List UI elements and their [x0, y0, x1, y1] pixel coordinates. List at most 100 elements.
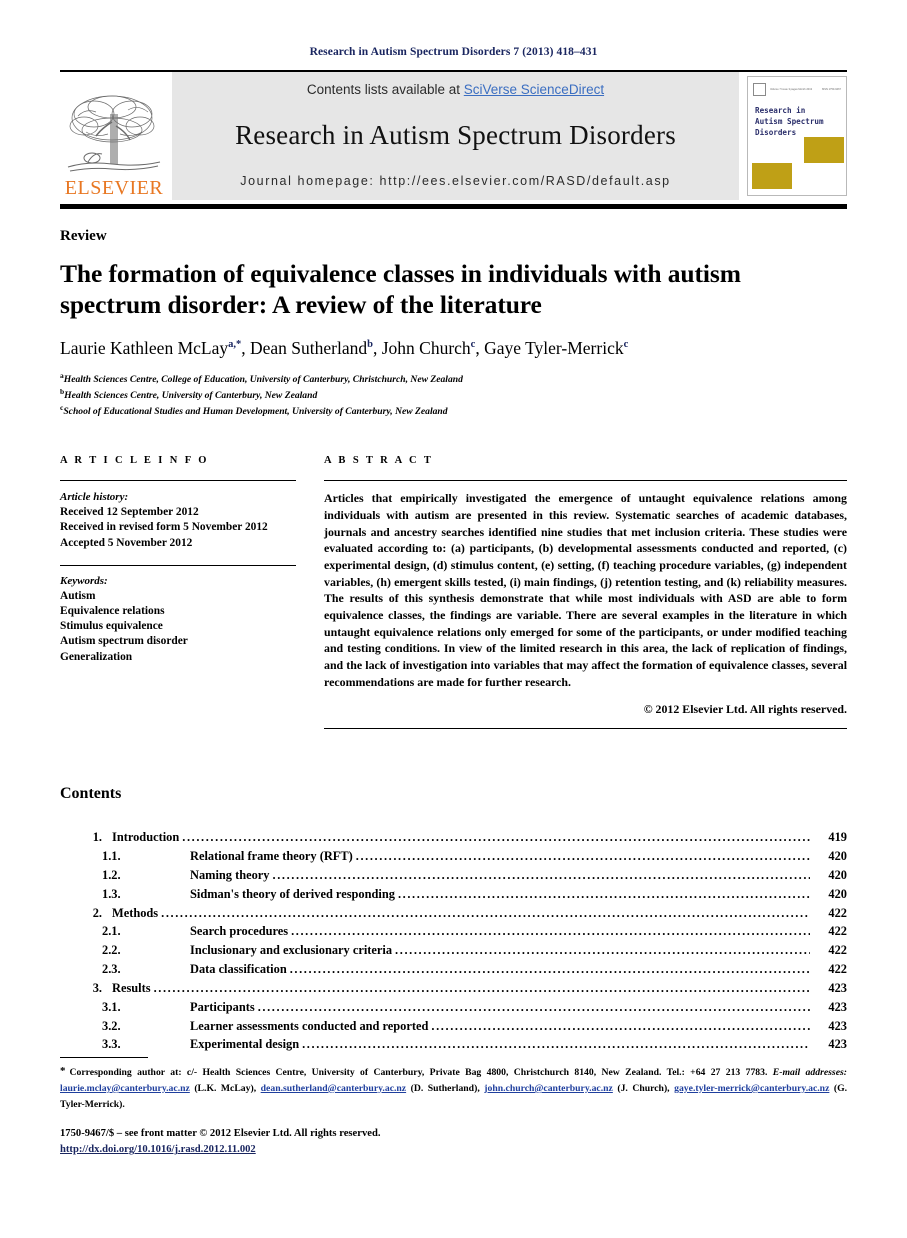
toc-row[interactable]: 1. Introduction..........................…: [60, 828, 847, 847]
toc-number: 3.1.: [102, 999, 121, 1014]
journal-homepage-line[interactable]: Journal homepage: http://ees.elsevier.co…: [240, 174, 671, 188]
toc-row[interactable]: 3.1. Participants........................…: [60, 998, 847, 1017]
abstract-column: A B S T R A C T Articles that empiricall…: [324, 455, 847, 730]
toc-label[interactable]: Experimental design: [190, 1035, 299, 1054]
affiliation-0-text: Health Sciences Centre, College of Educa…: [63, 374, 463, 386]
toc-page-number: 420: [828, 849, 847, 864]
author-1-name: Dean Sutherland: [250, 338, 368, 359]
imprint-block: 1750-9467/$ – see front matter © 2012 El…: [60, 1126, 380, 1159]
toc-row[interactable]: 1.3. Sidman's theory of derived respondin…: [60, 885, 847, 904]
article-info-column: A R T I C L E I N F O Article history: R…: [60, 455, 296, 729]
author-0-marks[interactable]: a,*: [228, 339, 241, 350]
email-addresses-label: E-mail addresses:: [772, 1067, 847, 1078]
toc-row[interactable]: 3.2. Learner assessments conducted and re…: [60, 1017, 847, 1036]
toc-label[interactable]: Naming theory: [190, 866, 270, 885]
abstract-copyright: © 2012 Elsevier Ltd. All rights reserved…: [643, 702, 847, 717]
email-link-3[interactable]: gaye.tyler-merrick@canterbury.ac.nz: [674, 1083, 829, 1094]
author-1-marks[interactable]: b: [367, 339, 373, 350]
toc-leader-dots: ........................................…: [397, 886, 810, 901]
toc-leader-dots: ........................................…: [289, 962, 810, 977]
toc-row[interactable]: 3.3. Experimental design.................…: [60, 1035, 847, 1054]
contents-available-line: Contents lists available at SciVerse Sci…: [307, 82, 604, 97]
article-history-1: Received in revised form 5 November 2012: [60, 521, 268, 534]
cover-title: Research in Autism Spectrum Disorders: [748, 96, 846, 138]
journal-cover-thumbnail[interactable]: Volume 7 Issue 3 pages Month 2013 ISSN 1…: [747, 76, 847, 196]
author-2: John Churchc: [382, 338, 476, 358]
toc-page-number: 419: [828, 830, 847, 845]
toc-leader-dots: ........................................…: [431, 1018, 810, 1033]
author-3-marks[interactable]: c: [624, 339, 629, 350]
toc-number: 2.2.: [102, 943, 121, 958]
affiliation-1: bHealth Sciences Centre, University of C…: [60, 387, 847, 403]
cover-badge-icon: [753, 83, 766, 96]
keywords-label: Keywords:: [60, 574, 108, 587]
elsevier-logo: ELSEVIER: [60, 72, 168, 200]
keywords-rule: [60, 564, 296, 566]
toc-number: 1.1.: [102, 849, 121, 864]
toc-page-number: 423: [828, 1037, 847, 1052]
email-owner-0: (L.K. McLay): [194, 1082, 254, 1094]
toc-leader-dots: ........................................…: [153, 980, 810, 995]
toc-page-number: 423: [828, 999, 847, 1014]
toc-page-number: 422: [828, 962, 847, 977]
email-link-0[interactable]: laurie.mclay@canterbury.ac.nz: [60, 1083, 190, 1094]
keyword-3: Autism spectrum disorder: [60, 635, 188, 648]
toc-row[interactable]: 2. Methods...............................…: [60, 904, 847, 923]
masthead-bottom-rule: [60, 204, 847, 209]
corresponding-author-note: * Corresponding author at: c/- Health Sci…: [60, 1065, 848, 1110]
toc-leader-dots: ........................................…: [355, 849, 810, 864]
toc-row[interactable]: 3. Results...............................…: [60, 979, 847, 998]
author-0: Laurie Kathleen McLaya,*: [60, 338, 241, 358]
abstract-bottom-rule: [324, 728, 847, 730]
toc-number: 1.2.: [102, 867, 121, 882]
doi-link[interactable]: http://dx.doi.org/10.1016/j.rasd.2012.11…: [60, 1144, 256, 1155]
keywords-block: Keywords: Autism Equivalence relations S…: [60, 564, 296, 665]
toc-number: 2.: [92, 905, 102, 920]
author-3-name: Gaye Tyler-Merrick: [484, 338, 624, 359]
toc-label[interactable]: Relational frame theory (RFT): [190, 847, 353, 866]
toc-leader-dots: ........................................…: [302, 1037, 810, 1052]
toc-page-number: 422: [828, 943, 847, 958]
toc-row[interactable]: 2.1. Search procedures...................…: [60, 922, 847, 941]
toc-label[interactable]: Inclusionary and exclusionary criteria: [190, 941, 392, 960]
toc-label[interactable]: Results: [112, 979, 151, 998]
toc-number: 3.3.: [102, 1037, 121, 1052]
article-history-label: Article history:: [60, 491, 129, 504]
toc-label[interactable]: Introduction: [112, 828, 179, 847]
email-link-1[interactable]: dean.sutherland@canterbury.ac.nz: [261, 1083, 406, 1094]
toc-number: 3.: [92, 980, 102, 995]
toc-row[interactable]: 1.2. Naming theory.......................…: [60, 866, 847, 885]
keyword-0: Autism: [60, 589, 96, 602]
toc-label[interactable]: Methods: [112, 904, 158, 923]
affiliation-2-text: School of Educational Studies and Human …: [63, 406, 448, 418]
toc-page-number: 423: [828, 980, 847, 995]
toc-label[interactable]: Participants: [190, 998, 255, 1017]
affiliation-1-text: Health Sciences Centre, University of Ca…: [64, 390, 318, 402]
cover-topbar: Volume 7 Issue 3 pages Month 2013 ISSN 1…: [748, 77, 846, 96]
author-0-name: Laurie Kathleen McLay: [60, 338, 229, 359]
author-2-marks[interactable]: c: [471, 339, 476, 350]
toc-number: 2.1.: [102, 924, 121, 939]
elsevier-wordmark: ELSEVIER: [64, 177, 164, 199]
article-page: Research in Autism Spectrum Disorders 7 …: [0, 0, 907, 1238]
toc-leader-dots: ........................................…: [395, 943, 810, 958]
sciencedirect-link[interactable]: SciVerse ScienceDirect: [464, 82, 604, 97]
toc-label[interactable]: Data classification: [190, 960, 287, 979]
contents-heading: Contents: [60, 785, 122, 803]
toc-label[interactable]: Learner assessments conducted and report…: [190, 1017, 428, 1036]
toc-row[interactable]: 2.3. Data classification.................…: [60, 960, 847, 979]
toc-page-number: 420: [828, 867, 847, 882]
email-link-2[interactable]: john.church@canterbury.ac.nz: [484, 1083, 613, 1094]
journal-band: Contents lists available at SciVerse Sci…: [172, 72, 739, 200]
toc-row[interactable]: 1.1. Relational frame theory (RFT).......…: [60, 847, 847, 866]
toc-row[interactable]: 2.2. Inclusionary and exclusionary criter…: [60, 941, 847, 960]
toc-label[interactable]: Search procedures: [190, 922, 288, 941]
keywords-list: Keywords: Autism Equivalence relations S…: [60, 574, 296, 665]
article-info-heading: A R T I C L E I N F O: [60, 455, 209, 467]
cover-title-line-1: Research in: [755, 106, 806, 115]
toc-number: 1.3.: [102, 886, 121, 901]
corresponding-author-text: Corresponding author at: c/- Health Scie…: [69, 1067, 768, 1078]
toc-label[interactable]: Sidman's theory of derived responding: [190, 885, 395, 904]
toc-leader-dots: ........................................…: [272, 867, 811, 882]
affiliation-2: cSchool of Educational Studies and Human…: [60, 403, 847, 419]
